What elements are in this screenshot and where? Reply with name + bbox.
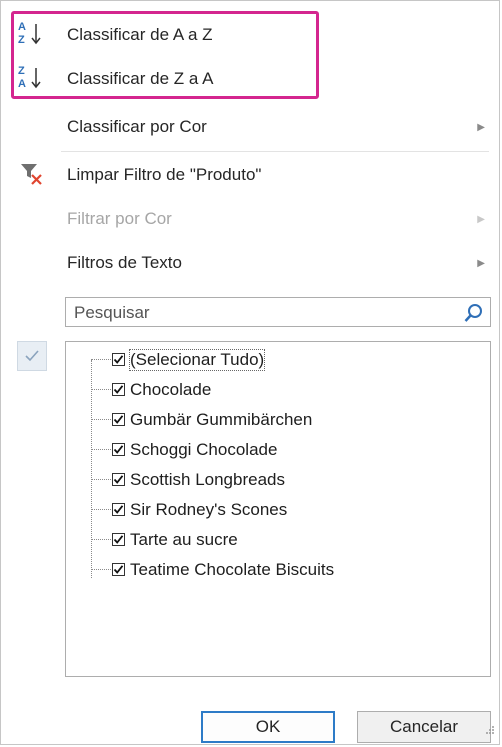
list-item[interactable]: (Selecionar Tudo) xyxy=(91,346,266,373)
checkmark-icon xyxy=(113,355,124,364)
tree-connector xyxy=(91,569,111,570)
list-item-label: Tarte au sucre xyxy=(130,529,238,549)
list-item-label: (Selecionar Tudo) xyxy=(128,348,266,371)
tree-connector xyxy=(91,359,111,360)
filter-applied-check-icon xyxy=(17,341,47,371)
list-item-label: Gumbär Gummibärchen xyxy=(130,409,313,429)
list-item[interactable]: Tarte au sucre xyxy=(91,526,238,553)
clear-filter-label: Limpar Filtro de "Produto" xyxy=(67,165,262,184)
tree-connector xyxy=(91,479,111,480)
checkbox[interactable] xyxy=(112,503,125,516)
checkmark-icon xyxy=(113,475,124,484)
filter-by-color-label: Filtrar por Cor xyxy=(67,209,172,228)
search-icon[interactable] xyxy=(464,303,484,328)
tree-connector xyxy=(91,449,111,450)
chevron-right-icon: ▶ xyxy=(477,121,485,133)
list-item[interactable]: Chocolade xyxy=(91,376,211,403)
chevron-right-icon: ▶ xyxy=(477,213,485,225)
checkbox[interactable] xyxy=(112,443,125,456)
resize-grip-icon[interactable] xyxy=(485,722,495,740)
values-list[interactable]: (Selecionar Tudo) Chocolade Gumbär Gummibä… xyxy=(65,341,491,677)
checkbox[interactable] xyxy=(112,383,125,396)
checkbox[interactable] xyxy=(112,353,125,366)
list-item-label: Sir Rodney's Scones xyxy=(130,499,288,519)
list-item-label: Schoggi Chocolade xyxy=(130,439,278,459)
list-item-label: Scottish Longbreads xyxy=(130,469,285,489)
chevron-right-icon: ▶ xyxy=(477,257,485,269)
search-box xyxy=(65,297,491,327)
clear-filter-icon xyxy=(19,160,45,191)
sort-options-highlight xyxy=(11,11,319,99)
checkbox[interactable] xyxy=(112,533,125,546)
checkbox[interactable] xyxy=(112,473,125,486)
list-item[interactable]: Scottish Longbreads xyxy=(91,466,285,493)
checkmark-icon xyxy=(113,505,124,514)
tree-connector xyxy=(91,539,111,540)
list-item-label: Teatime Chocolate Biscuits xyxy=(130,559,335,579)
checkmark-icon xyxy=(113,385,124,394)
checkbox[interactable] xyxy=(112,413,125,426)
checkmark-icon xyxy=(113,565,124,574)
checkmark-icon xyxy=(113,535,124,544)
filter-dropdown-panel: A Z Classificar de A a Z Z A Classificar… xyxy=(0,0,500,745)
list-item[interactable]: Gumbär Gummibärchen xyxy=(91,406,312,433)
tree-connector xyxy=(91,509,111,510)
cancel-button[interactable]: Cancelar xyxy=(357,711,491,743)
clear-filter-item[interactable]: Limpar Filtro de "Produto" xyxy=(1,153,499,197)
list-item[interactable]: Teatime Chocolate Biscuits xyxy=(91,556,334,583)
list-item-label: Chocolade xyxy=(130,379,212,399)
sort-by-color-item[interactable]: Classificar por Cor ▶ xyxy=(1,105,499,149)
filter-by-color-item: Filtrar por Cor ▶ xyxy=(1,197,499,241)
ok-button[interactable]: OK xyxy=(201,711,335,743)
search-input[interactable] xyxy=(72,299,456,327)
text-filters-label: Filtros de Texto xyxy=(67,253,182,272)
text-filters-item[interactable]: Filtros de Texto ▶ xyxy=(1,241,499,285)
list-item[interactable]: Schoggi Chocolade xyxy=(91,436,277,463)
checkmark-icon xyxy=(113,445,124,454)
menu-separator xyxy=(61,151,489,152)
tree-connector xyxy=(91,389,111,390)
list-item[interactable]: Sir Rodney's Scones xyxy=(91,496,287,523)
sort-by-color-label: Classificar por Cor xyxy=(67,117,207,136)
checkmark-icon xyxy=(113,415,124,424)
checkbox[interactable] xyxy=(112,563,125,576)
tree-connector xyxy=(91,419,111,420)
